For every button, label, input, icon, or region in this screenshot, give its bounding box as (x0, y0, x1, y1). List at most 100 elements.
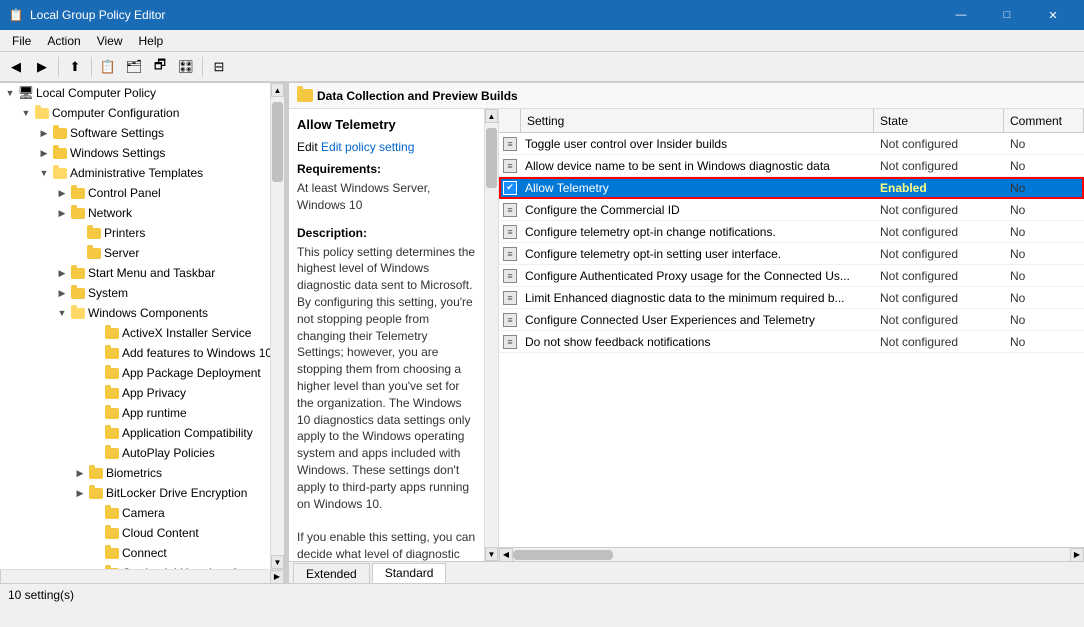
state-col-header[interactable]: State (874, 109, 1004, 132)
description-panel: Allow Telemetry Edit Edit policy setting… (289, 109, 499, 561)
setting-row-5[interactable]: ≡Configure telemetry opt-in setting user… (499, 243, 1084, 265)
setting-icon-1: ≡ (503, 159, 517, 173)
tree-item-add-features[interactable]: Add features to Windows 10 (0, 343, 270, 363)
tree-label-app-privacy: App Privacy (122, 386, 186, 400)
menu-action[interactable]: Action (39, 32, 88, 50)
setting-row-1[interactable]: ≡ Allow device name to be sent in Windows… (499, 155, 1084, 177)
tree-item-computer-config[interactable]: ▼ Computer Configuration (0, 103, 270, 123)
tree-label-connect: Connect (122, 546, 167, 560)
scroll-right-btn[interactable]: ▶ (1070, 548, 1084, 562)
tree-item-printers[interactable]: Printers (0, 223, 270, 243)
tree-item-control-panel[interactable]: ▶ Control Panel (0, 183, 270, 203)
menu-view[interactable]: View (89, 32, 131, 50)
toolbar-forward[interactable]: ▶ (30, 55, 54, 79)
tree-item-system[interactable]: ▶ System (0, 283, 270, 303)
tree-h-scroll[interactable]: ▶ (0, 569, 284, 583)
tree-label-autoplay: AutoPlay Policies (122, 446, 215, 460)
toolbar-up[interactable]: ⬆ (63, 55, 87, 79)
tree-item-bitlocker[interactable]: ▶ BitLocker Drive Encryption (0, 483, 270, 503)
tree-item-software-settings[interactable]: ▶ Software Settings (0, 123, 270, 143)
tree-item-app-privacy[interactable]: App Privacy (0, 383, 270, 403)
setting-row-0[interactable]: ≡Toggle user control over Insider builds… (499, 133, 1084, 155)
toolbar-new-window[interactable]: 🗗 (148, 55, 172, 79)
tree-scroll-right[interactable]: ▶ (270, 570, 284, 584)
description-text: This policy setting determines the highe… (297, 244, 476, 561)
setting-row-6[interactable]: ≡Configure Authenticated Proxy usage for… (499, 265, 1084, 287)
printers-icon (86, 225, 102, 241)
maximize-button[interactable]: □ (984, 0, 1030, 30)
tree-item-autoplay[interactable]: AutoPlay Policies (0, 443, 270, 463)
toolbar-filter[interactable]: ⊟ (207, 55, 231, 79)
toolbar-show-hide-console[interactable]: 📋 (96, 55, 120, 79)
tree-item-cloud-content[interactable]: Cloud Content (0, 523, 270, 543)
start-menu-icon (70, 265, 86, 281)
tree-scrollbar[interactable]: ▲ ▼ (270, 83, 284, 569)
tab-standard[interactable]: Standard (372, 563, 447, 583)
setting-col-header[interactable]: Setting (521, 109, 874, 132)
settings-h-scrollbar[interactable]: ◀ ▶ (499, 547, 1084, 561)
h-scroll-thumb[interactable] (513, 550, 613, 560)
toolbar-properties[interactable]: 🗂 (122, 55, 146, 79)
setting-name-1: Allow device name to be sent in Windows … (521, 159, 874, 173)
desc-scroll-track[interactable] (485, 123, 498, 547)
tree-item-root[interactable]: ▼ 🖥 Local Computer Policy (0, 83, 270, 103)
setting-row-2[interactable]: ✔Allow TelemetryEnabledNo (499, 177, 1084, 199)
desc-scroll-up[interactable]: ▲ (485, 109, 498, 123)
setting-row-8[interactable]: ≡Configure Connected User Experiences an… (499, 309, 1084, 331)
toolbar-back[interactable]: ◀ (4, 55, 28, 79)
menu-bar: File Action View Help (0, 30, 1084, 52)
tree-label-computer-config: Computer Configuration (52, 106, 179, 120)
server-icon (86, 245, 102, 261)
setting-row-4[interactable]: ≡Configure telemetry opt-in change notif… (499, 221, 1084, 243)
setting-comment-3: No (1004, 203, 1084, 217)
tree-label-activex: ActiveX Installer Service (122, 326, 251, 340)
tree-item-network[interactable]: ▶ Network (0, 203, 270, 223)
menu-help[interactable]: Help (131, 32, 172, 50)
tab-extended[interactable]: Extended (293, 563, 370, 583)
menu-file[interactable]: File (4, 32, 39, 50)
minimize-button[interactable]: — (938, 0, 984, 30)
setting-icon-3: ≡ (503, 203, 517, 217)
tree-item-connect[interactable]: Connect (0, 543, 270, 563)
desc-scroll-down[interactable]: ▼ (485, 547, 498, 561)
desc-scrollbar[interactable]: ▲ ▼ (484, 109, 498, 561)
setting-row-3[interactable]: ≡Configure the Commercial IDNot configur… (499, 199, 1084, 221)
expand-bitlocker: ▶ (72, 485, 88, 501)
tree-item-start-menu[interactable]: ▶ Start Menu and Taskbar (0, 263, 270, 283)
tree-item-windows-components[interactable]: ▼ Windows Components (0, 303, 270, 323)
toolbar-customize[interactable]: 🎛 (174, 55, 198, 79)
setting-name-5: Configure telemetry opt-in setting user … (521, 247, 874, 261)
tree-item-app-compat[interactable]: Application Compatibility (0, 423, 270, 443)
setting-comment-9: No (1004, 335, 1084, 349)
setting-row-9[interactable]: ≡Do not show feedback notificationsNot c… (499, 331, 1084, 353)
edit-policy-link[interactable]: Edit policy setting (321, 140, 414, 154)
tree-item-app-runtime[interactable]: App runtime (0, 403, 270, 423)
tree-label-app-compat: Application Compatibility (122, 426, 253, 440)
tree-label-windows-components: Windows Components (88, 306, 208, 320)
tree-item-camera[interactable]: Camera (0, 503, 270, 523)
comment-col-header[interactable]: Comment (1004, 109, 1084, 132)
expand-admin-templates: ▼ (36, 165, 52, 181)
h-scroll-track[interactable] (513, 548, 1070, 561)
desc-scroll-thumb[interactable] (486, 128, 497, 188)
scroll-track[interactable] (271, 97, 284, 555)
close-button[interactable]: ✕ (1030, 0, 1076, 30)
tree-label-add-features: Add features to Windows 10 (122, 346, 270, 360)
toolbar-sep-1 (58, 57, 59, 77)
camera-icon (104, 505, 120, 521)
setting-comment-8: No (1004, 313, 1084, 327)
scroll-left-btn[interactable]: ◀ (499, 548, 513, 562)
tree-item-biometrics[interactable]: ▶ Biometrics (0, 463, 270, 483)
tree-item-windows-settings[interactable]: ▶ Windows Settings (0, 143, 270, 163)
toolbar: ◀ ▶ ⬆ 📋 🗂 🗗 🎛 ⊟ (0, 52, 1084, 82)
scroll-up-button[interactable]: ▲ (271, 83, 284, 97)
tree-item-app-package[interactable]: App Package Deployment (0, 363, 270, 383)
tree-item-activex[interactable]: ActiveX Installer Service (0, 323, 270, 343)
scroll-thumb[interactable] (272, 102, 283, 182)
setting-row-7[interactable]: ≡Limit Enhanced diagnostic data to the m… (499, 287, 1084, 309)
tree-label-cloud-content: Cloud Content (122, 526, 199, 540)
scroll-down-button[interactable]: ▼ (271, 555, 284, 569)
tree-item-server[interactable]: Server (0, 243, 270, 263)
setting-icon-cell-2: ✔ (499, 181, 521, 195)
tree-item-admin-templates[interactable]: ▼ Administrative Templates (0, 163, 270, 183)
